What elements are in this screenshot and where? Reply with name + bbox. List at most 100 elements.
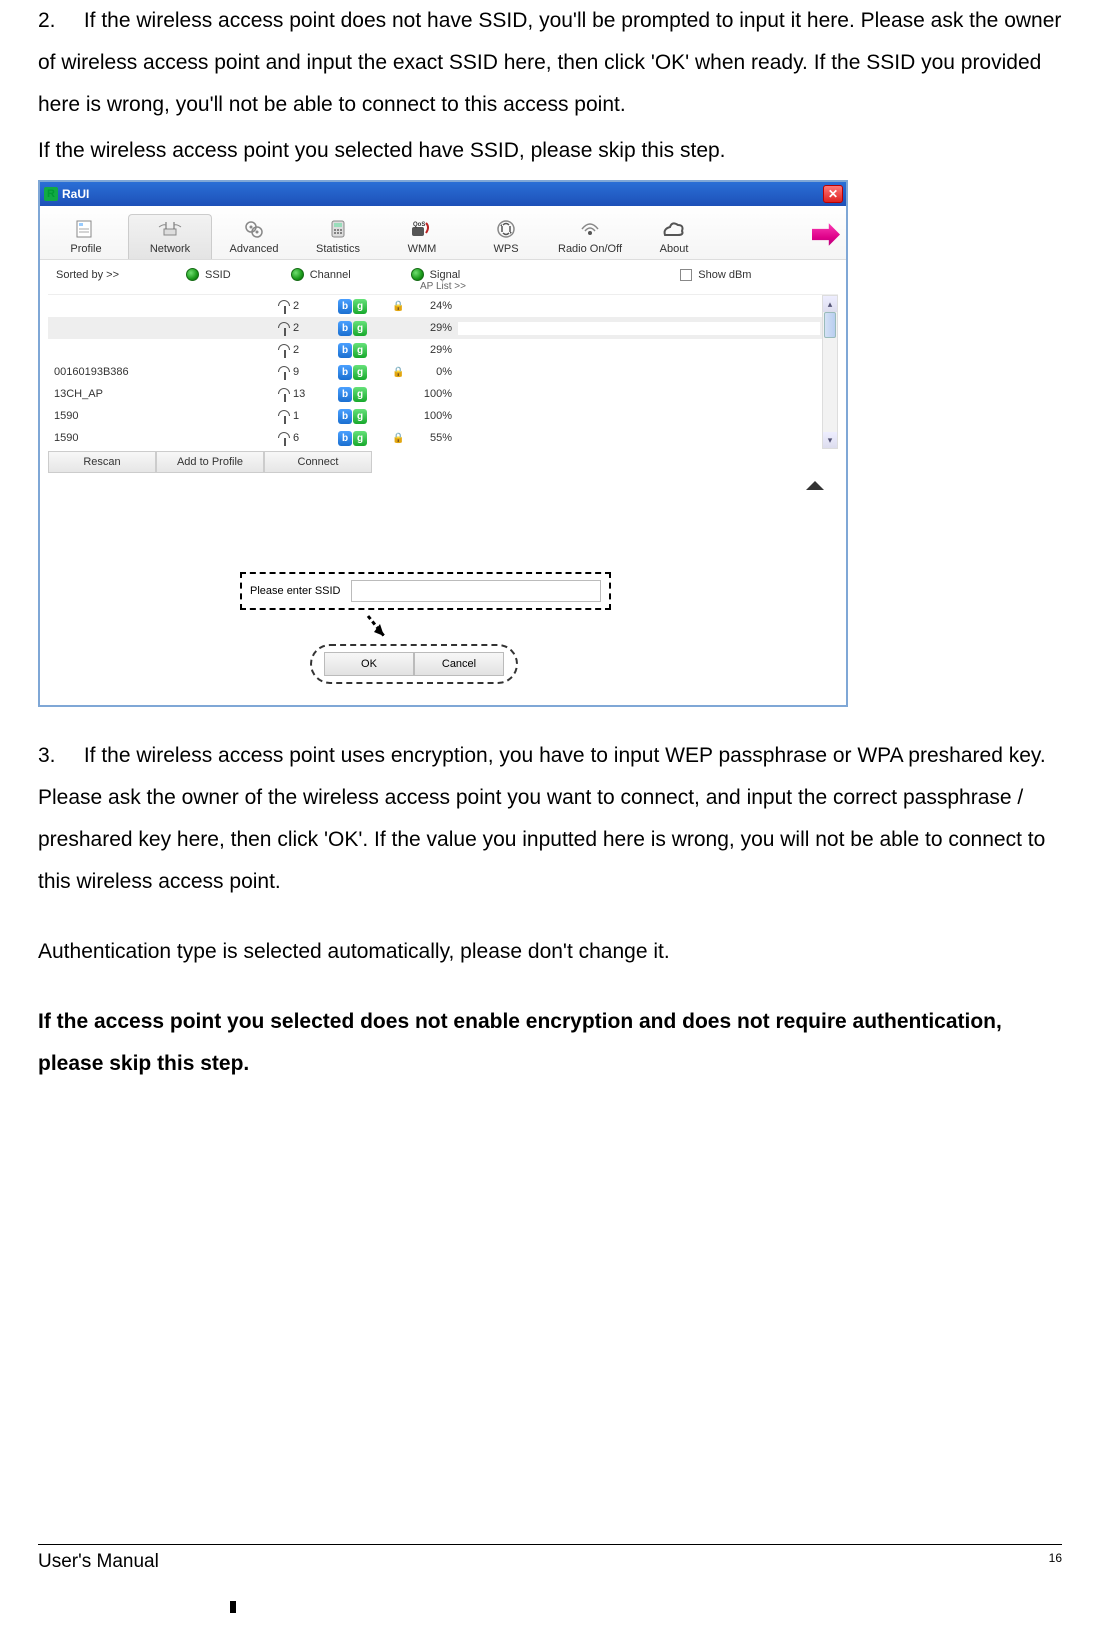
- sort-by-label: Sorted by >>: [56, 269, 186, 281]
- ap-channel: 6: [278, 432, 338, 444]
- sort-channel[interactable]: Channel: [291, 268, 351, 281]
- ssid-input[interactable]: [351, 580, 601, 602]
- sort-row: Sorted by >> SSID Channel Signal Show dB…: [40, 260, 846, 283]
- ap-signal-bar: [458, 432, 820, 445]
- ap-signal-pct: 0%: [412, 366, 458, 378]
- action-buttons: Rescan Add to Profile Connect: [48, 451, 838, 473]
- scroll-up-icon[interactable]: ▴: [823, 296, 837, 312]
- network-icon: [156, 217, 184, 241]
- mode-g-icon: g: [353, 431, 367, 446]
- ap-ssid: 1590: [48, 432, 278, 444]
- advanced-icon: [240, 217, 268, 241]
- ap-signal-bar: [458, 388, 820, 401]
- tab-wmm[interactable]: QoS WMM: [380, 214, 464, 259]
- ap-row[interactable]: 2bg29%: [48, 317, 838, 339]
- tab-radio[interactable]: Radio On/Off: [548, 214, 632, 259]
- ssid-prompt-box: Please enter SSID: [240, 572, 611, 610]
- ap-channel: 2: [278, 322, 338, 334]
- lock-icon: 🔒: [392, 367, 412, 378]
- mode-g-icon: g: [353, 321, 367, 336]
- ap-signal-bar: [458, 366, 820, 379]
- radio-icon: [291, 268, 304, 281]
- antenna-icon: [278, 410, 290, 422]
- ok-button[interactable]: OK: [324, 652, 414, 676]
- lock-icon: 🔒: [392, 433, 412, 444]
- wmm-icon: QoS: [408, 217, 436, 241]
- ap-modes: bg: [338, 299, 392, 314]
- ap-ssid: 13CH_AP: [48, 388, 278, 400]
- app-icon: R: [44, 187, 58, 201]
- mode-g-icon: g: [353, 299, 367, 314]
- ap-row[interactable]: 00160193B3869bg🔒0%: [48, 361, 838, 383]
- antenna-icon: [278, 388, 290, 400]
- radio-icon: [186, 268, 199, 281]
- ap-list: ▴ ▾ 2bg🔒24%2bg29%2bg29%00160193B3869bg🔒0…: [48, 294, 838, 449]
- ap-channel: 9: [278, 366, 338, 378]
- ap-signal-bar: [458, 410, 820, 423]
- ap-list-label: AP List >>: [40, 281, 846, 292]
- ap-ssid: 00160193B386: [48, 366, 278, 378]
- step3-paragraph: 3. If the wireless access point uses enc…: [38, 735, 1062, 903]
- ap-modes: bg: [338, 343, 392, 358]
- next-arrow-icon[interactable]: [812, 221, 840, 249]
- scrollbar[interactable]: ▴ ▾: [822, 295, 838, 449]
- scroll-down-icon[interactable]: ▾: [823, 432, 837, 448]
- ap-row[interactable]: 2bg 29%: [48, 339, 838, 361]
- step2-body: If the wireless access point does not ha…: [38, 9, 1061, 116]
- collapse-icon[interactable]: [806, 481, 824, 490]
- ap-signal-pct: 100%: [412, 410, 458, 422]
- ap-row[interactable]: 13CH_AP13bg100%: [48, 383, 838, 405]
- ap-modes: bg: [338, 321, 392, 336]
- antenna-icon: [278, 322, 290, 334]
- toolbar: Profile Network Advanced Statistics QoS …: [40, 206, 846, 260]
- rescan-button[interactable]: Rescan: [48, 451, 156, 473]
- scroll-thumb[interactable]: [824, 312, 836, 338]
- wps-icon: [492, 217, 520, 241]
- step2-number: 2.: [38, 0, 78, 42]
- page-footer: User's Manual 16: [38, 1544, 1062, 1573]
- auth-note: Authentication type is selected automati…: [38, 931, 1062, 973]
- skip-note-bold: If the access point you selected does no…: [38, 1001, 1062, 1085]
- ap-channel: 1: [278, 410, 338, 422]
- tab-statistics[interactable]: Statistics: [296, 214, 380, 259]
- radio-icon: [576, 217, 604, 241]
- ap-channel: 2: [278, 300, 338, 312]
- step2-paragraph: 2. If the wireless access point does not…: [38, 0, 1062, 126]
- tab-advanced[interactable]: Advanced: [212, 214, 296, 259]
- connect-button[interactable]: Connect: [264, 451, 372, 473]
- sort-ssid[interactable]: SSID: [186, 268, 231, 281]
- antenna-icon: [278, 432, 290, 444]
- ap-channel: 2: [278, 344, 338, 356]
- tab-about[interactable]: About: [632, 214, 716, 259]
- tab-profile[interactable]: Profile: [44, 214, 128, 259]
- show-dbm-label: Show dBm: [698, 269, 751, 281]
- show-dbm-checkbox[interactable]: [680, 269, 692, 281]
- window-title: RaUI: [62, 187, 89, 201]
- ap-row[interactable]: 15901bg100%: [48, 405, 838, 427]
- cancel-button[interactable]: Cancel: [414, 652, 504, 676]
- ap-signal-pct: 55%: [412, 432, 458, 444]
- sort-signal[interactable]: Signal: [411, 268, 461, 281]
- statistics-icon: [324, 217, 352, 241]
- mode-b-icon: b: [338, 365, 352, 380]
- tab-network[interactable]: Network: [128, 214, 212, 259]
- ap-ssid: 1590: [48, 410, 278, 422]
- page-number: 16: [1049, 1551, 1062, 1573]
- add-to-profile-button[interactable]: Add to Profile: [156, 451, 264, 473]
- tab-wps[interactable]: WPS: [464, 214, 548, 259]
- svg-text:QoS: QoS: [413, 222, 425, 228]
- ap-row[interactable]: 2bg🔒24%: [48, 295, 838, 317]
- ap-signal-pct: 29%: [412, 344, 458, 356]
- antenna-icon: [278, 344, 290, 356]
- step3-body: If the wireless access point uses encryp…: [38, 744, 1046, 893]
- mode-b-icon: b: [338, 299, 352, 314]
- ap-row[interactable]: 15906bg🔒55%: [48, 427, 838, 449]
- profile-icon: [72, 217, 100, 241]
- ap-modes: bg: [338, 387, 392, 402]
- close-icon[interactable]: ✕: [823, 185, 843, 203]
- raui-window: R RaUI ✕ Profile Network Advanced: [38, 180, 848, 707]
- titlebar: R RaUI ✕: [40, 182, 846, 206]
- antenna-icon: [278, 366, 290, 378]
- step2-skip: If the wireless access point you selecte…: [38, 130, 1062, 172]
- ap-modes: bg: [338, 431, 392, 446]
